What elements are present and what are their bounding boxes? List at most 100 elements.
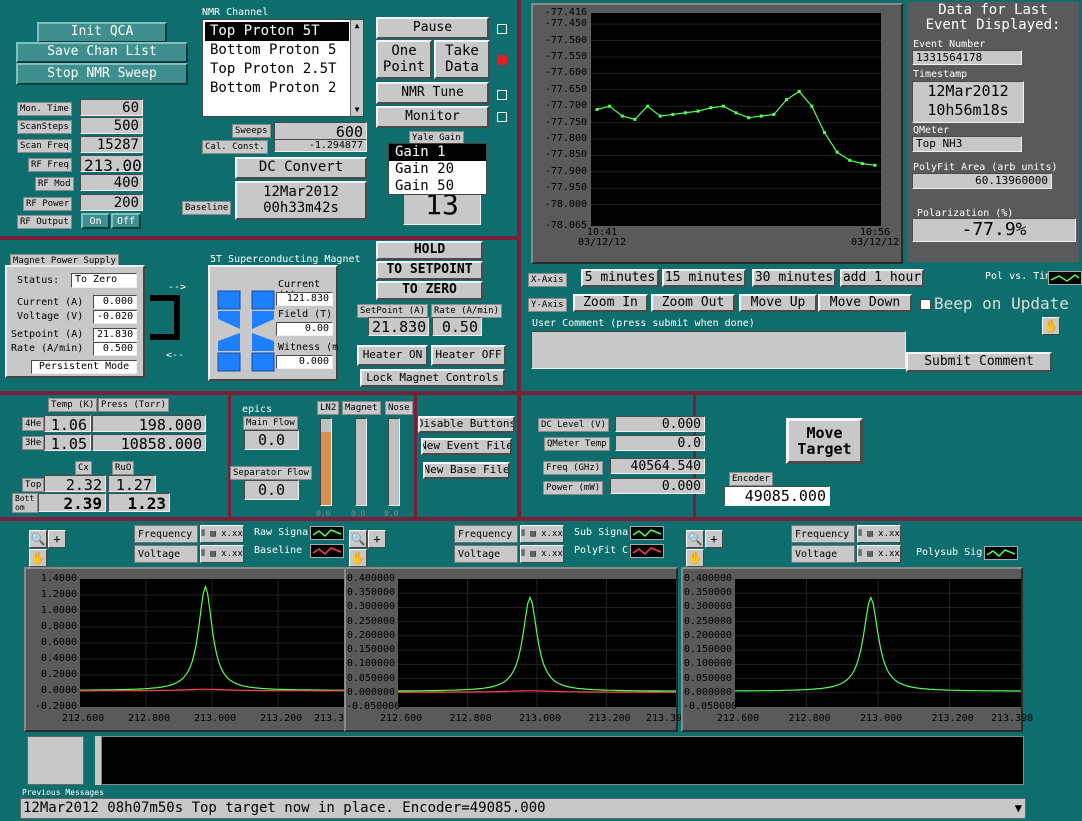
x-end-date: 03/12/12 (851, 237, 900, 248)
pause-button[interactable]: Pause (376, 17, 489, 39)
setpoint-field[interactable]: 21.830 (368, 317, 429, 336)
rf-off-button[interactable]: Off (111, 213, 141, 229)
x-axis-button[interactable]: add 1 hour (840, 269, 924, 287)
nmr-channel-list[interactable]: Top Proton 5T Bottom Proton 5 Top Proton 2… (202, 19, 364, 117)
param-field[interactable]: 60 (80, 99, 143, 116)
pan-hand-icon[interactable]: ✋ (29, 549, 47, 567)
axis-format-icon[interactable]: ⫴ ▤ x.xx (200, 545, 244, 563)
axis-tag[interactable]: Frequency (791, 525, 855, 543)
zoom-icon[interactable]: 🔍 (686, 530, 704, 548)
axis-format-icon[interactable]: ⫴ ▤ x.xx (857, 545, 901, 563)
list-scrollbar[interactable]: ▲ ▼ (350, 20, 363, 116)
beep-checkbox[interactable] (920, 299, 931, 310)
y-axis-button[interactable]: Move Down (818, 294, 912, 312)
axis-tag[interactable]: Frequency (454, 525, 518, 543)
rate-field[interactable]: 0.50 (432, 317, 482, 336)
nmr-channel-item[interactable]: Bottom Proton 5 (205, 41, 349, 60)
baseline-button[interactable]: 12Mar2012 00h33m42s (235, 181, 367, 220)
nmr-channel-item[interactable]: Bottom Proton 2 (205, 79, 349, 98)
ps-rate-field[interactable]: 0.500 (93, 342, 137, 356)
sc-magnet-title: 5T Superconducting Magnet (210, 254, 361, 265)
heater-on-button[interactable]: Heater ON (357, 345, 428, 366)
axis-tag[interactable]: Voltage (134, 545, 198, 563)
pan-hand-icon[interactable]: ✋ (349, 549, 367, 567)
gain-option[interactable]: Gain 20 (389, 161, 486, 178)
submit-comment-button[interactable]: Submit Comment (906, 352, 1052, 372)
zoom-icon[interactable]: 🔍 (349, 530, 367, 548)
param-field[interactable]: 400 (80, 174, 143, 191)
axis-format-icon[interactable]: ⫴ ▤ x.xx (520, 525, 564, 543)
spectrum-xtick: 213.000 (194, 713, 237, 724)
he3-press-field: 10858.000 (92, 434, 206, 451)
take-data-button[interactable]: Take Data (434, 40, 490, 79)
scroll-down-icon[interactable]: ▼ (351, 104, 363, 116)
heater-off-button[interactable]: Heater OFF (431, 345, 506, 366)
timestamp-field: 12Mar2012 10h56m18s (912, 81, 1024, 123)
new-base-file-button[interactable]: New Base File (423, 462, 510, 479)
freq-label: Freq (GHz) (543, 461, 604, 475)
one-point-button[interactable]: One Point (376, 40, 432, 79)
disable-buttons-button[interactable]: Disable Buttons (418, 416, 515, 433)
spectrum-svg (735, 579, 1021, 707)
move-target-button[interactable]: Move Target (786, 418, 863, 464)
crosshair-icon[interactable]: + (48, 530, 66, 548)
axis-format-icon[interactable]: ⫴ ▤ x.xx (857, 525, 901, 543)
trend-point (595, 107, 599, 111)
ps-setpoint-field[interactable]: 21.830 (93, 328, 137, 342)
rf-on-button[interactable]: On (81, 213, 110, 229)
trend-ytick: -77.700 (544, 100, 587, 112)
new-event-file-button[interactable]: New Event File (421, 438, 512, 455)
y-axis-button[interactable]: Zoom Out (651, 294, 735, 312)
x-axis-button[interactable]: 30 minutes (752, 269, 836, 287)
param-field[interactable]: 15287 (80, 136, 143, 153)
sweeps-field[interactable]: 600 (274, 122, 367, 140)
spectrum-ytick: 0.2000 (40, 669, 77, 680)
lock-magnet-button[interactable]: Lock Magnet Controls (360, 369, 505, 387)
nmr-channel-item[interactable]: Top Proton 2.5T (205, 60, 349, 79)
gain-option[interactable]: Gain 1 (389, 144, 486, 161)
x-axis-button[interactable]: 15 minutes (662, 269, 746, 287)
crosshair-icon[interactable]: + (705, 530, 723, 548)
scroll-up-icon[interactable]: ▲ (351, 20, 363, 32)
sc-witness-label: Witness (mT (278, 342, 338, 353)
trend-point (658, 114, 662, 118)
init-qca-button[interactable]: Init QCA (37, 22, 167, 43)
stop-nmr-sweep-button[interactable]: Stop NMR Sweep (16, 63, 188, 85)
user-comment-input[interactable] (531, 331, 906, 369)
previous-messages-dropdown[interactable]: 12Mar2012 08h07m50s Top target now in pl… (20, 798, 1026, 819)
encoder-label: Encoder (729, 472, 773, 486)
to-zero-button[interactable]: TO ZERO (376, 281, 483, 300)
nmr-channel-item[interactable]: Top Proton 5T (204, 21, 350, 42)
nmr-tune-indicator (497, 90, 507, 100)
qmeter-field: Top NH3 (912, 136, 1022, 152)
dropdown-arrow-icon[interactable]: ▼ (1015, 801, 1022, 815)
axis-tag[interactable]: Voltage (454, 545, 518, 563)
qmeter-temp-field: 0.0 (615, 435, 705, 451)
hold-button[interactable]: HOLD (376, 241, 483, 260)
to-setpoint-button[interactable]: TO SETPOINT (376, 261, 483, 280)
axis-format-icon[interactable]: ⫴ ▤ x.xx (200, 525, 244, 543)
yale-gain-list[interactable]: Gain 1 Gain 20 Gain 50 (388, 143, 487, 195)
crosshair-icon[interactable]: + (368, 530, 386, 548)
gain-option[interactable]: Gain 50 (389, 178, 486, 195)
hand-icon[interactable]: ✋ (1042, 317, 1060, 335)
nmr-tune-button[interactable]: NMR Tune (376, 82, 489, 104)
param-field[interactable]: 213.000 (80, 155, 143, 172)
trend-point (797, 89, 801, 93)
axis-tag[interactable]: Voltage (791, 545, 855, 563)
zoom-icon[interactable]: 🔍 (29, 530, 47, 548)
y-axis-button[interactable]: Zoom In (573, 294, 648, 312)
pan-hand-icon[interactable]: ✋ (686, 549, 704, 567)
separator-flow-label: Separator Flow (230, 466, 312, 480)
dc-convert-button[interactable]: DC Convert (235, 157, 367, 179)
x-axis-button[interactable]: 5 minutes (581, 269, 659, 287)
param-field[interactable]: 200 (80, 194, 143, 211)
y-axis-button[interactable]: Move Up (739, 294, 817, 312)
monitor-button[interactable]: Monitor (376, 106, 489, 128)
axis-tag[interactable]: Frequency (134, 525, 198, 543)
param-field[interactable]: 500 (80, 117, 143, 134)
spectrum-xtick: 213.200 (588, 713, 631, 724)
axis-format-icon[interactable]: ⫴ ▤ x.xx (520, 545, 564, 563)
spectrum-ytick: 0.100000 (683, 658, 732, 670)
save-chan-list-button[interactable]: Save Chan List (16, 42, 188, 63)
